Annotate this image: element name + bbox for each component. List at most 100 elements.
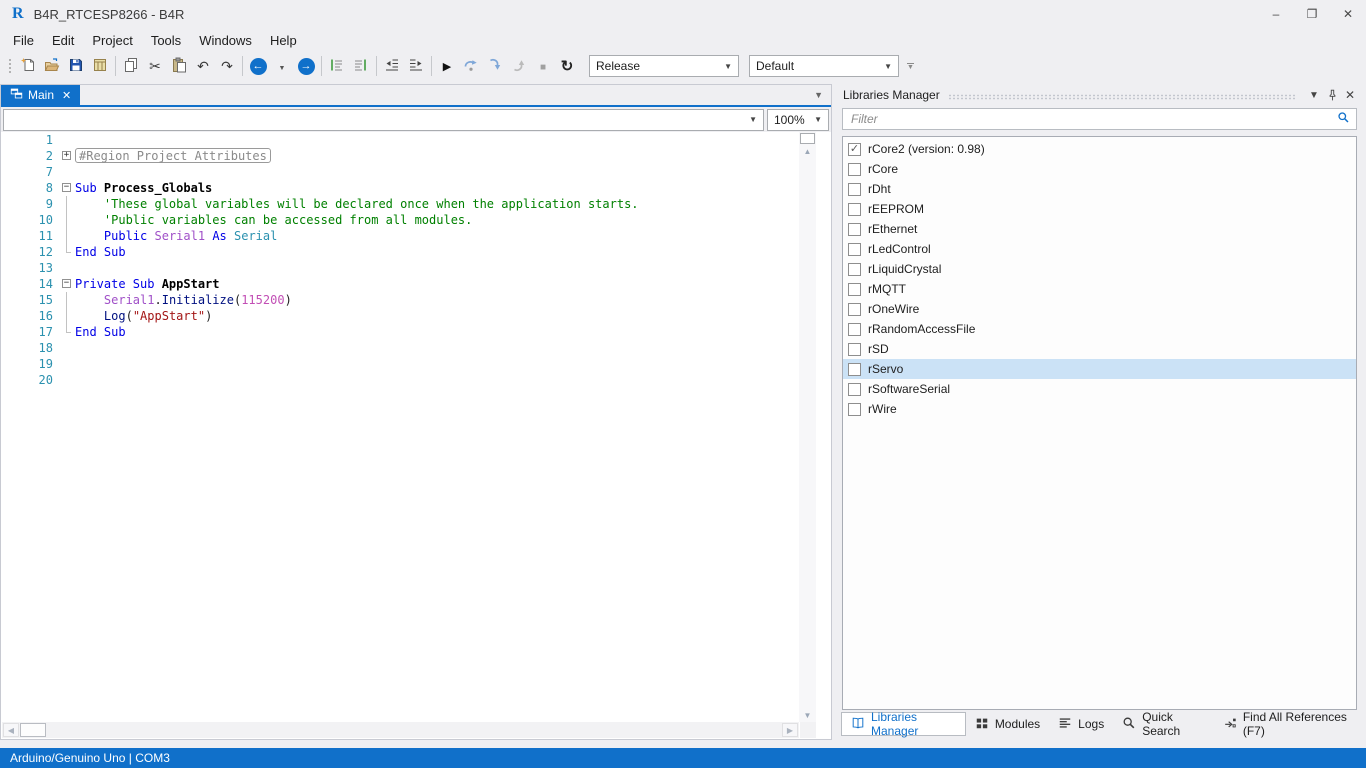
close-icon[interactable]: ✕: [1330, 0, 1366, 28]
library-item[interactable]: rSoftwareSerial: [843, 379, 1356, 399]
code-token: Public: [104, 229, 147, 243]
scroll-left-icon[interactable]: ◀: [3, 723, 19, 737]
open-project-button[interactable]: [40, 54, 64, 78]
scroll-up-icon[interactable]: ▲: [799, 146, 816, 158]
code-token: 115200: [241, 293, 284, 307]
menu-file[interactable]: File: [4, 30, 43, 51]
stop-button[interactable]: ■: [531, 54, 555, 78]
menu-edit[interactable]: Edit: [43, 30, 83, 51]
library-item[interactable]: rLedControl: [843, 239, 1356, 259]
horizontal-scrollbar[interactable]: ◀ ▶: [2, 722, 799, 738]
pin-icon[interactable]: [1323, 89, 1341, 102]
library-item[interactable]: rMQTT: [843, 279, 1356, 299]
library-item[interactable]: rLiquidCrystal: [843, 259, 1356, 279]
step-out-button[interactable]: [507, 54, 531, 78]
library-item[interactable]: rEthernet: [843, 219, 1356, 239]
zoom-select[interactable]: 100% ▼: [767, 109, 829, 131]
navigate-back-button[interactable]: ←: [246, 54, 270, 78]
library-item[interactable]: ✓rCore2 (version: 0.98): [843, 139, 1356, 159]
tab-close-icon[interactable]: ✕: [62, 89, 71, 102]
quick-search-icon: [1122, 716, 1136, 733]
panel-close-icon[interactable]: ✕: [1341, 88, 1359, 102]
panel-tab-logs[interactable]: Logs: [1049, 712, 1113, 736]
panel-title: Libraries Manager: [843, 88, 940, 102]
toolbar-grip[interactable]: [8, 58, 12, 74]
panel-tab-libraries-manager[interactable]: Libraries Manager: [841, 712, 966, 736]
fold-column: [61, 308, 75, 324]
scope-guide: [66, 212, 67, 228]
fold-collapse-icon[interactable]: −: [62, 279, 71, 288]
minimize-icon[interactable]: –: [1258, 0, 1294, 28]
scroll-right-icon[interactable]: ▶: [782, 723, 798, 737]
library-item[interactable]: rOneWire: [843, 299, 1356, 319]
panel-tab-modules[interactable]: Modules: [966, 712, 1049, 736]
build-configuration-select[interactable]: Release ▼: [589, 55, 739, 77]
fold-expand-icon[interactable]: +: [62, 151, 71, 160]
checkbox[interactable]: [848, 343, 861, 356]
restore-icon[interactable]: ❐: [1294, 0, 1330, 28]
library-item[interactable]: rWire: [843, 399, 1356, 419]
scrollbar-thumb[interactable]: [20, 723, 46, 737]
checkbox[interactable]: [848, 183, 861, 196]
toolbar-overflow-icon[interactable]: ▼: [907, 63, 914, 70]
menu-project[interactable]: Project: [83, 30, 141, 51]
menu-windows[interactable]: Windows: [190, 30, 261, 51]
run-button[interactable]: ▶: [435, 54, 459, 78]
code-navigation-select[interactable]: ▼: [3, 109, 764, 131]
checkbox[interactable]: [848, 363, 861, 376]
library-item[interactable]: rRandomAccessFile: [843, 319, 1356, 339]
outdent-button[interactable]: [380, 54, 404, 78]
checkbox[interactable]: [848, 243, 861, 256]
step-over-button[interactable]: [459, 54, 483, 78]
library-item[interactable]: rDht: [843, 179, 1356, 199]
checkbox[interactable]: [848, 203, 861, 216]
cut-button[interactable]: ✂: [143, 54, 167, 78]
save-button[interactable]: [64, 54, 88, 78]
checkbox[interactable]: [848, 223, 861, 236]
panel-tab-quick-search[interactable]: Quick Search: [1113, 712, 1214, 736]
vertical-scrollbar[interactable]: ▲ ▼: [799, 132, 816, 722]
search-icon[interactable]: [1332, 111, 1354, 127]
step-into-button[interactable]: [483, 54, 507, 78]
checkbox[interactable]: [848, 303, 861, 316]
checkbox[interactable]: [848, 323, 861, 336]
navigate-forward-button[interactable]: →: [294, 54, 318, 78]
filter-input[interactable]: [851, 112, 1332, 126]
library-item[interactable]: rServo: [843, 359, 1356, 379]
tab-main[interactable]: Main ✕: [1, 85, 80, 105]
panel-position-icon[interactable]: ▼: [1305, 90, 1323, 101]
navigate-back-dropdown-button[interactable]: ▼: [270, 54, 294, 78]
checkbox[interactable]: [848, 283, 861, 296]
line-number: 18: [1, 340, 61, 356]
scroll-down-icon[interactable]: ▼: [799, 710, 816, 722]
redo-button[interactable]: ↷: [215, 54, 239, 78]
secondary-configuration-select[interactable]: Default ▼: [749, 55, 899, 77]
library-item[interactable]: rCore: [843, 159, 1356, 179]
panel-tab-find-all-references-f7[interactable]: Find All References (F7): [1214, 712, 1366, 736]
indent-button[interactable]: [404, 54, 428, 78]
copy-button[interactable]: [119, 54, 143, 78]
paste-button[interactable]: [167, 54, 191, 78]
code-text: #Region Project Attributes: [75, 148, 271, 164]
tab-overflow-icon[interactable]: ▼: [814, 90, 831, 100]
panel-drag-texture[interactable]: [948, 94, 1297, 100]
fold-collapse-icon[interactable]: −: [62, 183, 71, 192]
undo-button[interactable]: ↶: [191, 54, 215, 78]
menu-help[interactable]: Help: [261, 30, 306, 51]
new-project-button[interactable]: [16, 54, 40, 78]
uncomment-button[interactable]: [349, 54, 373, 78]
splitter-handle[interactable]: [800, 133, 815, 144]
comment-button[interactable]: [325, 54, 349, 78]
menu-tools[interactable]: Tools: [142, 30, 190, 51]
collapsed-region[interactable]: #Region Project Attributes: [75, 148, 271, 163]
rebuild-button[interactable]: ↻: [555, 54, 579, 78]
export-zip-button[interactable]: [88, 54, 112, 78]
code-editor[interactable]: 12+#Region Project Attributes78−Sub Proc…: [1, 132, 798, 722]
checkbox[interactable]: [848, 263, 861, 276]
checkbox[interactable]: ✓: [848, 143, 861, 156]
checkbox[interactable]: [848, 383, 861, 396]
checkbox[interactable]: [848, 163, 861, 176]
library-item[interactable]: rSD: [843, 339, 1356, 359]
library-item[interactable]: rEEPROM: [843, 199, 1356, 219]
checkbox[interactable]: [848, 403, 861, 416]
